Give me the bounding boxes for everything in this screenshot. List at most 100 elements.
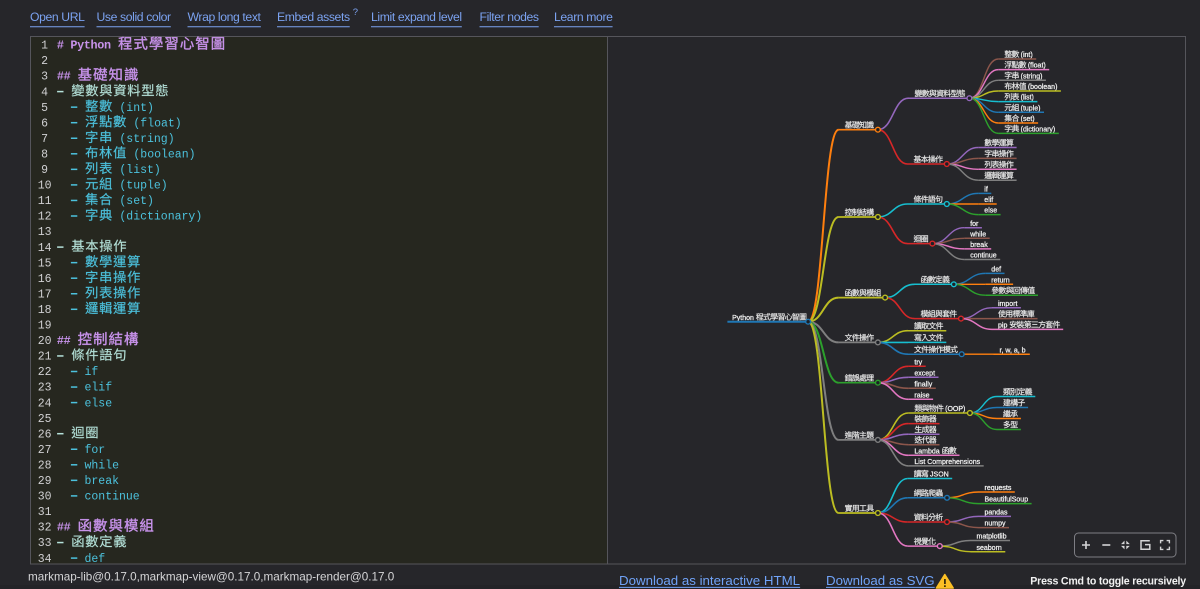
svg-text:(tuple): (tuple) bbox=[113, 180, 168, 193]
svg-text:List Comprehensions: List Comprehensions bbox=[914, 459, 980, 466]
svg-text:if: if bbox=[57, 366, 99, 379]
svg-text:(boolean): (boolean) bbox=[127, 148, 196, 161]
svg-text:seaborn: seaborn bbox=[977, 545, 1002, 552]
svg-text:14: 14 bbox=[38, 242, 52, 255]
svg-text:Lambda: Lambda bbox=[914, 448, 941, 455]
svg-text:(dictionary): (dictionary) bbox=[1019, 126, 1056, 133]
svg-text:30: 30 bbox=[38, 491, 52, 504]
svg-text:6: 6 bbox=[41, 117, 48, 130]
svg-text:finally: finally bbox=[914, 381, 932, 388]
svg-text:(list): (list) bbox=[113, 164, 161, 177]
svg-text:break: break bbox=[970, 242, 988, 249]
svg-text:4: 4 bbox=[41, 86, 48, 99]
svg-text:Limit expand level: Limit expand level bbox=[371, 10, 462, 24]
svg-text:21: 21 bbox=[38, 351, 52, 364]
svg-text:(set): (set) bbox=[113, 195, 154, 208]
svg-text:2: 2 bbox=[41, 55, 48, 68]
svg-text:16: 16 bbox=[38, 273, 52, 286]
svg-text:15: 15 bbox=[38, 257, 52, 270]
svg-text:for: for bbox=[57, 444, 105, 457]
svg-text:raise: raise bbox=[914, 392, 929, 399]
svg-text:3: 3 bbox=[41, 71, 48, 84]
svg-text:(OOP): (OOP) bbox=[943, 406, 965, 413]
svg-text:5: 5 bbox=[41, 102, 48, 115]
svg-text:elif: elif bbox=[57, 382, 112, 395]
svg-text:24: 24 bbox=[38, 397, 52, 410]
svg-text:Download as interactive HTML: Download as interactive HTML bbox=[619, 573, 800, 588]
svg-text:17: 17 bbox=[38, 288, 52, 301]
svg-text:(set): (set) bbox=[1019, 116, 1035, 123]
svg-text:pip: pip bbox=[998, 322, 1009, 329]
svg-text:while: while bbox=[57, 459, 119, 472]
svg-text:##: ## bbox=[57, 70, 77, 84]
svg-text:##: ## bbox=[57, 521, 77, 535]
svg-text:def: def bbox=[991, 266, 1001, 273]
svg-text:if: if bbox=[984, 186, 988, 193]
svg-text:?: ? bbox=[353, 7, 358, 18]
svg-text:break: break bbox=[57, 475, 119, 488]
svg-text:pandas: pandas bbox=[985, 509, 1008, 516]
svg-text:11: 11 bbox=[38, 195, 52, 208]
svg-text:markmap-lib@0.17.0,markmap-vie: markmap-lib@0.17.0,markmap-view@0.17.0,m… bbox=[28, 571, 395, 584]
svg-text:matplotlib: matplotlib bbox=[977, 534, 1007, 541]
svg-text:31: 31 bbox=[38, 506, 52, 519]
svg-text:elif: elif bbox=[984, 197, 993, 204]
svg-text:Filter nodes: Filter nodes bbox=[480, 10, 539, 24]
svg-text:33: 33 bbox=[38, 537, 52, 550]
svg-text:9: 9 bbox=[41, 164, 48, 177]
svg-text:continue: continue bbox=[57, 491, 140, 504]
svg-text:else: else bbox=[984, 208, 997, 215]
svg-text:numpy: numpy bbox=[985, 521, 1007, 528]
svg-text:25: 25 bbox=[38, 413, 52, 426]
svg-text:(list): (list) bbox=[1019, 95, 1034, 102]
svg-text:Use solid color: Use solid color bbox=[97, 10, 172, 24]
svg-text:10: 10 bbox=[38, 180, 52, 193]
svg-text:# Python: # Python bbox=[57, 39, 118, 53]
svg-text:34: 34 bbox=[38, 553, 52, 566]
svg-text:(float): (float) bbox=[127, 117, 182, 130]
svg-text:def: def bbox=[57, 553, 105, 566]
svg-text:29: 29 bbox=[38, 475, 52, 488]
svg-text:Embed assets: Embed assets bbox=[277, 10, 350, 24]
svg-text:(string): (string) bbox=[113, 133, 175, 146]
svg-text:except: except bbox=[914, 370, 935, 377]
svg-text:Press Cmd to toggle recursivel: Press Cmd to toggle recursively bbox=[1030, 576, 1186, 588]
svg-text:Open URL: Open URL bbox=[30, 10, 85, 24]
svg-text:import: import bbox=[998, 301, 1018, 308]
svg-text:(boolean): (boolean) bbox=[1026, 84, 1058, 91]
svg-text:13: 13 bbox=[38, 226, 52, 239]
svg-text:26: 26 bbox=[38, 428, 52, 441]
svg-text:r, w, a, b: r, w, a, b bbox=[1000, 347, 1026, 354]
svg-text:Wrap long text: Wrap long text bbox=[188, 10, 262, 24]
svg-text:(int): (int) bbox=[1019, 52, 1033, 59]
svg-text:23: 23 bbox=[38, 382, 52, 395]
svg-text:(float): (float) bbox=[1026, 63, 1046, 70]
svg-text:20: 20 bbox=[38, 335, 52, 348]
svg-text:requests: requests bbox=[985, 485, 1012, 492]
svg-text:return: return bbox=[991, 277, 1009, 284]
svg-text:Download as SVG: Download as SVG bbox=[826, 573, 935, 588]
svg-text:27: 27 bbox=[38, 444, 52, 457]
svg-text:else: else bbox=[57, 397, 112, 410]
svg-text:(tuple): (tuple) bbox=[1019, 105, 1041, 112]
svg-text:1: 1 bbox=[41, 40, 48, 53]
svg-text:(dictionary): (dictionary) bbox=[113, 211, 203, 224]
svg-text:12: 12 bbox=[38, 211, 52, 224]
svg-text:7: 7 bbox=[41, 133, 48, 146]
svg-text:(int): (int) bbox=[113, 102, 154, 115]
svg-text:28: 28 bbox=[38, 459, 52, 472]
svg-text:19: 19 bbox=[38, 320, 52, 333]
svg-text:for: for bbox=[970, 221, 979, 228]
svg-text:continue: continue bbox=[970, 253, 997, 260]
svg-text:Learn more: Learn more bbox=[554, 10, 613, 24]
svg-text:(string): (string) bbox=[1019, 73, 1043, 80]
svg-text:18: 18 bbox=[38, 304, 52, 317]
svg-text:JSON: JSON bbox=[928, 472, 949, 479]
svg-text:32: 32 bbox=[38, 522, 52, 535]
svg-text:##: ## bbox=[57, 334, 77, 348]
svg-text:while: while bbox=[969, 231, 986, 238]
svg-text:BeautifulSoup: BeautifulSoup bbox=[985, 497, 1029, 504]
svg-text:22: 22 bbox=[38, 366, 52, 379]
svg-text:8: 8 bbox=[41, 148, 48, 161]
svg-text:try: try bbox=[914, 359, 922, 366]
